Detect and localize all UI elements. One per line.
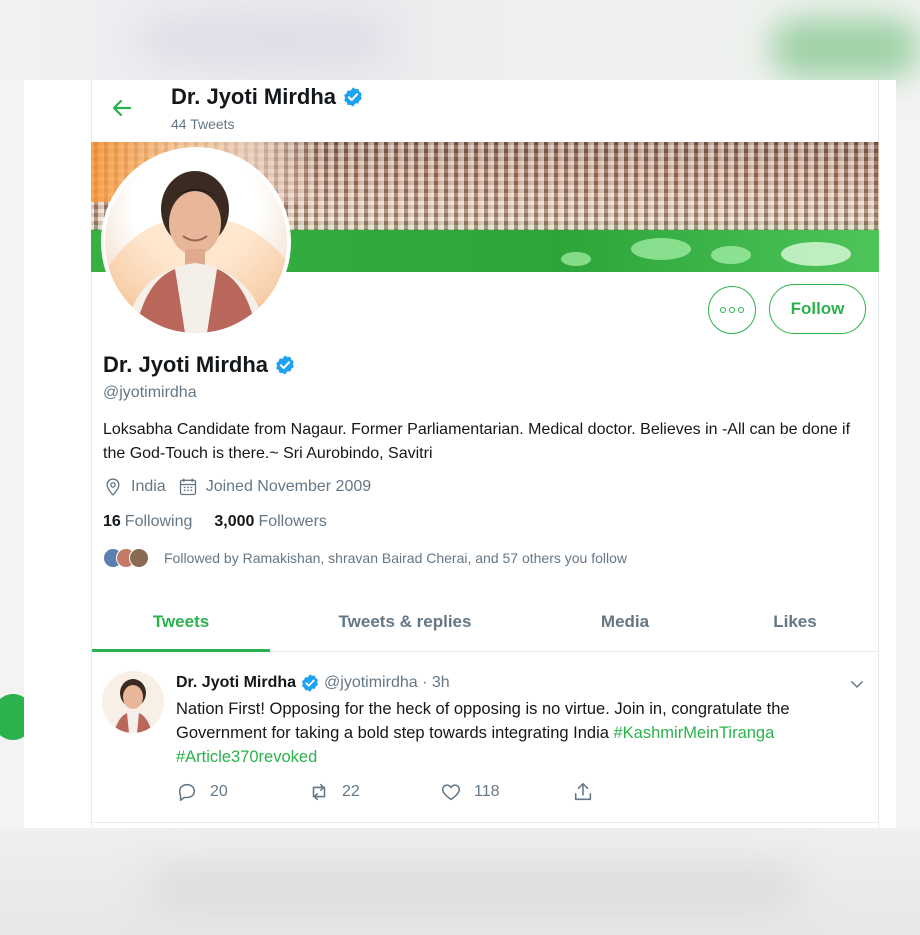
heart-icon	[441, 784, 461, 801]
tweet-text: Nation First! Opposing for the heck of o…	[176, 697, 876, 769]
followed-by[interactable]: Followed by Ramakishan, shravan Bairad C…	[103, 548, 627, 568]
more-icon	[720, 307, 726, 313]
location-icon	[106, 478, 120, 496]
chevron-down-icon[interactable]	[848, 675, 866, 693]
tweet-item[interactable]: Dr. Jyoti Mirdha @jyotimirdha · 3h Natio…	[92, 653, 878, 823]
profile-joined: Joined November 2009	[205, 478, 372, 495]
profile-location: India	[131, 478, 166, 495]
tweet-avatar[interactable]	[102, 671, 164, 733]
tweet-author-name[interactable]: Dr. Jyoti Mirdha	[176, 674, 296, 692]
retweet-button[interactable]: 22	[308, 781, 440, 803]
share-button[interactable]	[572, 781, 704, 803]
profile-avatar[interactable]	[101, 147, 291, 337]
tab-media[interactable]: Media	[540, 592, 710, 651]
hashtag-link[interactable]: #Article370revoked	[176, 748, 317, 766]
back-arrow-icon[interactable]	[110, 96, 134, 120]
share-icon	[574, 782, 592, 801]
tweet-actions: 20 22 118	[176, 781, 704, 803]
followers-link[interactable]: 3,000 Followers	[214, 513, 327, 531]
blurred-background-bottom	[0, 828, 920, 935]
verified-badge-icon	[276, 355, 294, 375]
profile-panel: Dr. Jyoti Mirdha 44 Tweets Follow Dr. Jy…	[24, 80, 896, 828]
verified-badge-icon	[302, 674, 319, 692]
verified-badge-icon	[344, 87, 362, 107]
tab-tweets[interactable]: Tweets	[92, 592, 270, 652]
profile-bio: Loksabha Candidate from Nagaur. Former P…	[103, 421, 851, 462]
reply-button[interactable]: 20	[176, 781, 308, 803]
retweet-icon	[312, 783, 326, 801]
follower-avatars	[103, 548, 149, 568]
header-tweet-count: 44 Tweets	[171, 116, 235, 132]
follow-button[interactable]: Follow	[769, 284, 866, 334]
profile-meta: India Joined November 2009	[103, 477, 383, 497]
tab-tweets-replies[interactable]: Tweets & replies	[270, 592, 540, 651]
profile-tabs: Tweets Tweets & replies Media Likes	[92, 592, 878, 652]
tweet-handle-time: @jyotimirdha · 3h	[324, 674, 450, 691]
profile-stats: 16 Following 3,000 Followers	[103, 513, 327, 531]
header-title: Dr. Jyoti Mirdha	[171, 84, 364, 110]
profile-handle: @jyotimirdha	[103, 384, 197, 401]
hashtag-link[interactable]: #KashmirMeinTiranga	[614, 724, 775, 742]
like-button[interactable]: 118	[440, 781, 572, 803]
more-options-button[interactable]	[708, 286, 756, 334]
calendar-icon	[179, 478, 196, 496]
tab-likes[interactable]: Likes	[710, 592, 880, 651]
like-count: 118	[474, 783, 500, 800]
header-name: Dr. Jyoti Mirdha	[171, 84, 337, 109]
profile-name: Dr. Jyoti Mirdha	[103, 352, 269, 377]
profile-name-row: Dr. Jyoti Mirdha	[103, 352, 296, 378]
reply-icon	[178, 783, 196, 802]
blurred-background-top	[0, 0, 920, 80]
reply-count: 20	[210, 783, 228, 800]
following-link[interactable]: 16 Following	[103, 513, 192, 531]
followed-by-text: Followed by Ramakishan, shravan Bairad C…	[164, 550, 628, 566]
tweet-header: Dr. Jyoti Mirdha @jyotimirdha · 3h	[176, 673, 450, 693]
retweet-count: 22	[342, 783, 360, 800]
